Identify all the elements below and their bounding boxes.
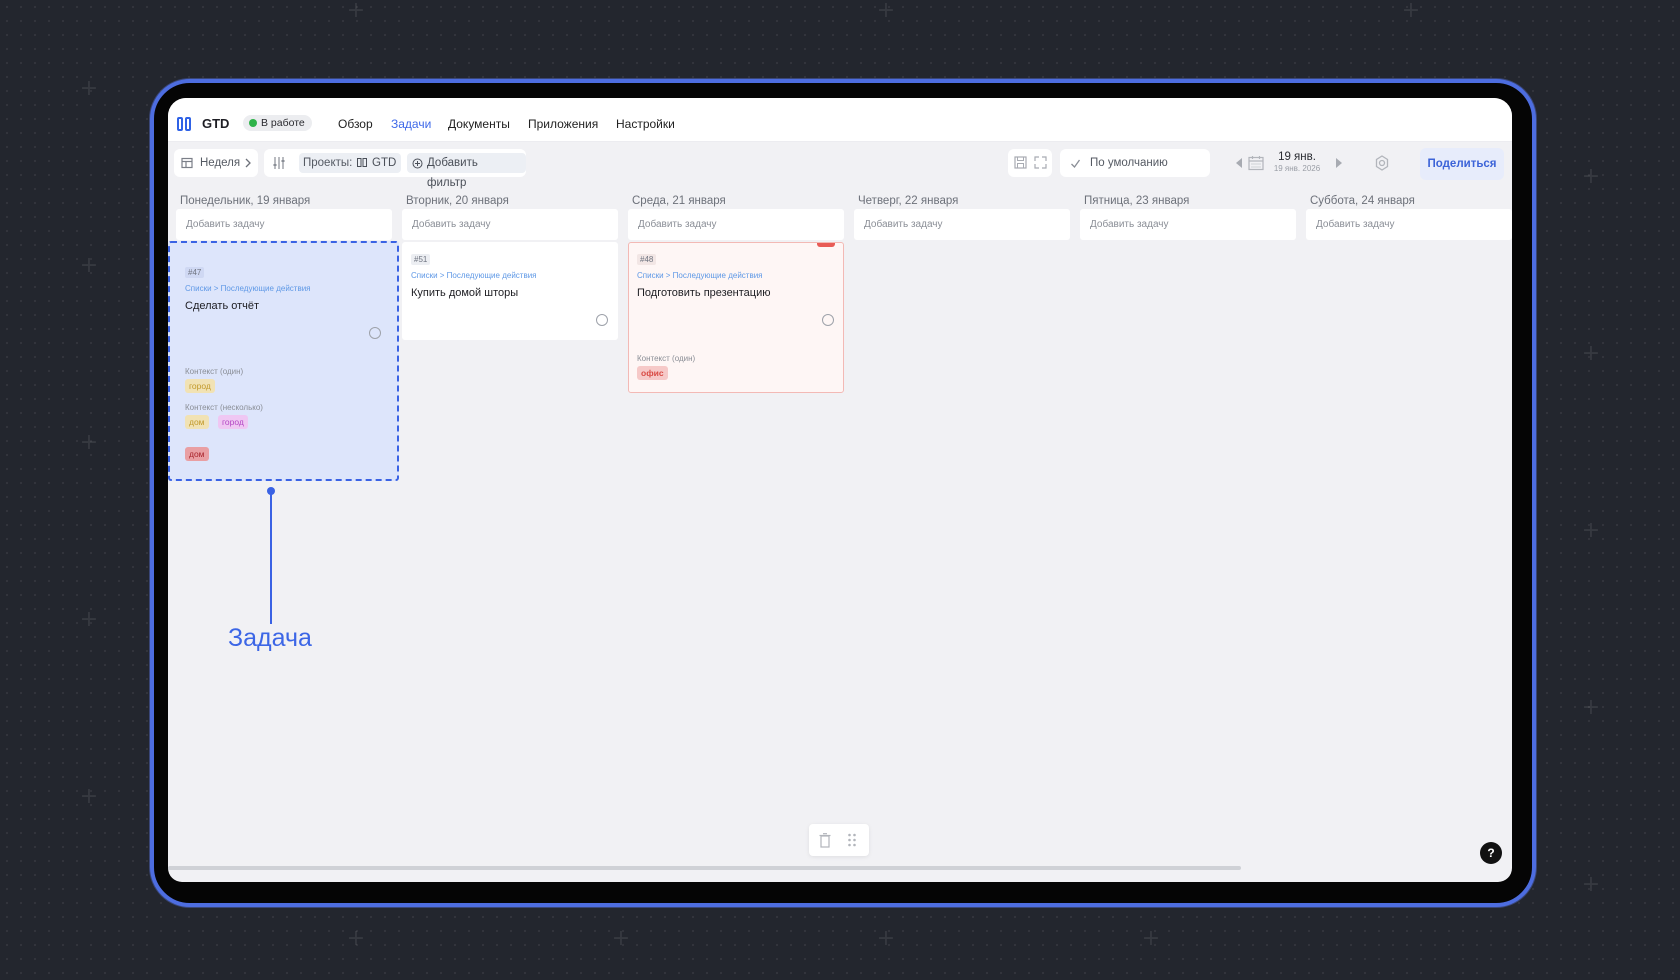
tag[interactable]: дом [185, 447, 209, 461]
date-sub: 19 янв. 2026 [1273, 164, 1321, 173]
prev-arrow-icon[interactable] [1235, 158, 1243, 168]
task-breadcrumb[interactable]: Списки > Последующие действия [411, 271, 537, 280]
view-label: Неделя [200, 157, 241, 169]
context-tag[interactable]: офис [637, 366, 668, 380]
status-badge[interactable]: В работе [243, 115, 312, 131]
add-filter-label: Добавить фильтр [427, 157, 478, 189]
task-complete-toggle[interactable] [596, 314, 608, 326]
sort-selector[interactable]: По умолчанию [1060, 149, 1210, 177]
task-id: #51 [411, 254, 431, 265]
task-breadcrumb[interactable]: Списки > Последующие действия [185, 284, 311, 293]
project-logo-icon [357, 158, 367, 167]
day-title-wednesday: Среда, 21 января [632, 195, 726, 207]
help-button[interactable]: ? [1480, 842, 1502, 864]
day-title-friday: Пятница, 23 января [1084, 195, 1190, 207]
context-one-label: Контекст (один) [637, 354, 696, 363]
day-title-thursday: Четверг, 22 января [858, 195, 959, 207]
project-chip-label: GTD [372, 157, 397, 169]
chevron-right-icon [245, 158, 251, 168]
nav-apps[interactable]: Приложения [528, 117, 598, 131]
day-title-monday: Понедельник, 19 января [180, 195, 311, 207]
gear-icon[interactable] [1374, 155, 1390, 171]
task-id: #48 [637, 254, 657, 265]
share-button[interactable]: Поделиться [1420, 148, 1504, 180]
add-task-monday[interactable]: Добавить задачу [176, 209, 392, 240]
app-screen: GTD В работе Обзор Задачи Документы Прил… [168, 98, 1512, 882]
nav-tasks[interactable]: Задачи [391, 117, 431, 131]
top-bar: GTD В работе Обзор Задачи Документы Прил… [168, 98, 1512, 142]
view-actions [1008, 149, 1052, 177]
plus-circle-icon [412, 158, 423, 169]
task-breadcrumb[interactable]: Списки > Последующие действия [637, 271, 763, 280]
day-title-tuesday: Вторник, 20 января [406, 195, 509, 207]
save-icon[interactable] [1014, 156, 1027, 169]
add-task-friday[interactable]: Добавить задачу [1080, 209, 1296, 240]
task-card[interactable]: #48 Списки > Последующие действия Подгот… [628, 242, 844, 393]
calendar-grid-icon [181, 157, 193, 169]
context-tag[interactable]: дом [185, 415, 209, 429]
task-title[interactable]: Купить домой шторы [411, 287, 518, 299]
task-complete-toggle[interactable] [369, 327, 381, 339]
add-task-tuesday[interactable]: Добавить задачу [402, 209, 618, 240]
expand-icon[interactable] [1034, 156, 1047, 169]
view-selector[interactable]: Неделя [174, 149, 258, 177]
task-title[interactable]: Сделать отчёт [185, 300, 259, 312]
trash-icon[interactable] [819, 833, 831, 848]
add-task-wednesday[interactable]: Добавить задачу [628, 209, 844, 240]
filter-bar: Проекты: GTD Добавить фильтр [264, 149, 526, 189]
add-filter-button[interactable]: Добавить фильтр [407, 153, 526, 189]
nav-documents[interactable]: Документы [448, 117, 510, 131]
date-main: 19 янв. [1278, 151, 1316, 163]
task-complete-toggle[interactable] [822, 314, 834, 326]
context-many-label: Контекст (несколько) [185, 403, 263, 412]
task-card[interactable]: #51 Списки > Последующие действия Купить… [402, 242, 618, 340]
priority-flag [817, 243, 835, 247]
nav-settings[interactable]: Настройки [616, 117, 675, 131]
app-title: GTD [202, 116, 230, 131]
context-tag[interactable]: город [185, 379, 215, 393]
nav-overview[interactable]: Обзор [338, 117, 373, 131]
sort-label: По умолчанию [1090, 157, 1168, 169]
app-logo-icon [177, 117, 193, 131]
toolbar: Неделя Проекты: GTD Добавить фильтр По у… [168, 141, 1512, 189]
drag-handle-icon[interactable] [847, 833, 857, 847]
task-id: #47 [185, 267, 205, 278]
add-task-thursday[interactable]: Добавить задачу [854, 209, 1070, 240]
floating-toolbar [809, 824, 869, 856]
project-chip[interactable]: GTD [352, 153, 402, 173]
callout-label: Задача [228, 624, 312, 652]
task-title[interactable]: Подготовить презентацию [637, 287, 770, 299]
horizontal-scrollbar[interactable] [168, 866, 1241, 870]
context-tag[interactable]: город [218, 415, 248, 429]
task-card[interactable]: #47 Списки > Последующие действия Сделат… [168, 241, 399, 481]
context-one-label: Контекст (один) [185, 367, 244, 376]
callout-line [270, 490, 272, 624]
day-title-saturday: Суббота, 24 января [1310, 195, 1415, 207]
filter-sliders-icon[interactable] [272, 156, 286, 170]
next-arrow-icon[interactable] [1335, 158, 1343, 168]
check-icon [1071, 159, 1081, 169]
date-display[interactable]: 19 янв. 19 янв. 2026 [1268, 151, 1326, 173]
calendar-icon[interactable] [1248, 155, 1264, 171]
add-task-saturday[interactable]: Добавить задачу [1306, 209, 1512, 240]
